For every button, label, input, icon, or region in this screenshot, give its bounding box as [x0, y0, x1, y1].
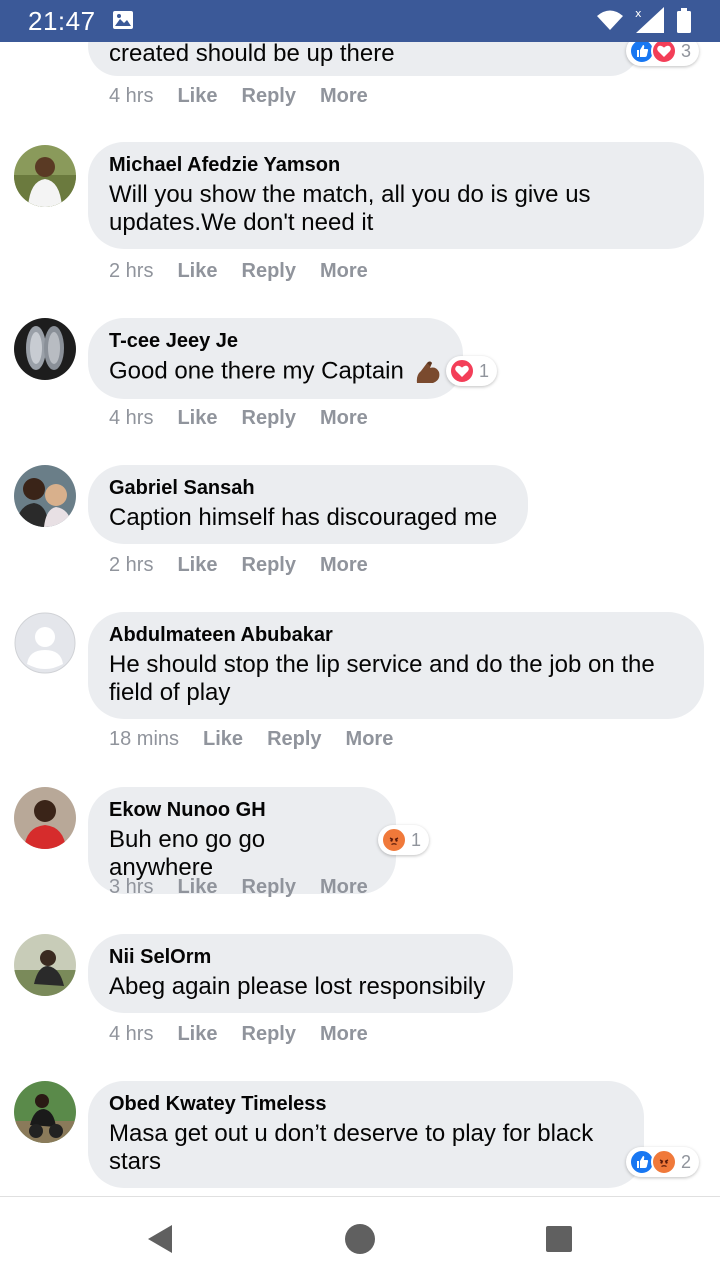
reply-link[interactable]: Reply [242, 85, 296, 108]
reply-link[interactable]: Reply [242, 1023, 296, 1046]
commenter-name[interactable]: Nii SelOrm [109, 944, 491, 970]
more-link[interactable]: More [320, 260, 368, 283]
like-link[interactable]: Like [177, 554, 217, 577]
reply-link[interactable]: Reply [242, 407, 296, 430]
commenter-name[interactable]: Gabriel Sansah [109, 475, 506, 501]
comment-bubble[interactable]: Abdulmateen Abubakar He should stop the … [88, 612, 704, 719]
comment-actions: 2 hrs Like Reply More [109, 554, 392, 577]
svg-text:x: x [635, 7, 642, 20]
comment-actions: 3 hrs Like Reply More [109, 876, 392, 899]
reaction-count: 2 [681, 1151, 692, 1172]
comment-time: 4 hrs [109, 1023, 154, 1045]
back-icon[interactable] [146, 1223, 174, 1255]
comment-time: 4 hrs [109, 407, 154, 429]
avatar[interactable] [14, 787, 76, 849]
reply-link[interactable]: Reply [267, 728, 321, 751]
image-icon [113, 11, 133, 29]
like-link[interactable]: Like [177, 876, 217, 899]
comment-time: 2 hrs [109, 260, 154, 282]
comments-list: created should be up there 3 4 hrs Like Re… [0, 42, 720, 1196]
home-icon[interactable] [344, 1223, 376, 1255]
comment-bubble[interactable]: Gabriel Sansah Caption himself has disco… [88, 465, 528, 544]
comment-text: Good one there my Captain [109, 357, 441, 387]
avatar[interactable] [14, 612, 76, 674]
comment-bubble[interactable]: Obed Kwatey Timeless Masa get out u don’… [88, 1081, 644, 1188]
comment-text: Masa get out u don’t deserve to play for… [109, 1120, 594, 1175]
comment-actions: 4 hrs Like Reply More [109, 407, 392, 430]
commenter-name[interactable]: Abdulmateen Abubakar [109, 622, 682, 648]
avatar[interactable] [14, 318, 76, 380]
status-time: 21:47 [28, 6, 96, 36]
avatar[interactable] [14, 465, 76, 527]
comment-text-body: Good one there my Captain [109, 357, 404, 385]
comment-bubble[interactable]: created should be up there [88, 42, 640, 76]
reply-link[interactable]: Reply [242, 554, 296, 577]
comment-text: Caption himself has discouraged me [109, 504, 498, 531]
avatar[interactable] [14, 145, 76, 207]
more-link[interactable]: More [346, 728, 394, 751]
more-link[interactable]: More [320, 407, 368, 430]
commenter-name[interactable]: Michael Afedzie Yamson [109, 152, 682, 178]
reaction-count: 1 [479, 360, 490, 381]
love-reaction-icon [449, 358, 475, 384]
like-link[interactable]: Like [203, 728, 243, 751]
like-link[interactable]: Like [177, 407, 217, 430]
comment-text: Will you show the match, all you do is g… [109, 181, 591, 236]
comment-bubble[interactable]: Michael Afedzie Yamson Will you show the… [88, 142, 704, 249]
love-reaction-icon [651, 42, 677, 64]
comment-time: 18 mins [109, 728, 180, 750]
commenter-name[interactable]: T-cee Jeey Je [109, 328, 441, 354]
comment-time: 4 hrs [109, 85, 154, 107]
comment-text: Buh eno go go anywhere [109, 826, 266, 881]
like-link[interactable]: Like [177, 85, 217, 108]
comment-time: 2 hrs [109, 554, 154, 576]
angry-reaction-icon [381, 827, 407, 853]
signal-icon: x [635, 7, 664, 33]
comment-text: Abeg again please lost responsibily [109, 973, 486, 1000]
more-link[interactable]: More [320, 876, 368, 899]
wifi-icon [597, 10, 623, 30]
comment-actions: 4 hrs Like Reply More [109, 85, 392, 108]
reply-link[interactable]: Reply [242, 876, 296, 899]
more-link[interactable]: More [320, 85, 368, 108]
angry-reaction-icon [651, 1149, 677, 1175]
more-link[interactable]: More [320, 554, 368, 577]
like-link[interactable]: Like [177, 260, 217, 283]
like-link[interactable]: Like [177, 1023, 217, 1046]
comment-text: created should be up there [109, 42, 395, 67]
reaction-summary[interactable]: 1 [378, 825, 430, 855]
avatar[interactable] [14, 1081, 76, 1143]
comment-bubble[interactable]: Nii SelOrm Abeg again please lost respon… [88, 934, 513, 1013]
commenter-name[interactable]: Obed Kwatey Timeless [109, 1091, 622, 1117]
comment-bubble[interactable]: T-cee Jeey Je Good one there my Captain [88, 318, 463, 399]
reaction-count: 3 [681, 42, 692, 61]
reaction-summary[interactable]: 3 [626, 42, 700, 66]
reaction-count: 1 [411, 829, 422, 850]
comment-time: 3 hrs [109, 876, 154, 898]
comment-actions: 4 hrs Like Reply More [109, 1023, 392, 1046]
comment-actions: 18 mins Like Reply More [109, 728, 417, 751]
more-link[interactable]: More [320, 1023, 368, 1046]
flexed-biceps-emoji-icon [416, 361, 439, 383]
reaction-summary[interactable]: 1 [446, 356, 498, 386]
system-nav-bar [0, 1196, 720, 1280]
commenter-name[interactable]: Ekow Nunoo GH [109, 797, 374, 823]
avatar[interactable] [14, 934, 76, 996]
battery-icon [677, 8, 691, 33]
reaction-summary[interactable]: 2 [626, 1147, 700, 1177]
recents-icon[interactable] [545, 1225, 573, 1253]
reply-link[interactable]: Reply [242, 260, 296, 283]
comment-actions: 2 hrs Like Reply More [109, 260, 392, 283]
comment-text: He should stop the lip service and do th… [109, 651, 655, 706]
status-bar: 21:47 x [0, 0, 720, 42]
